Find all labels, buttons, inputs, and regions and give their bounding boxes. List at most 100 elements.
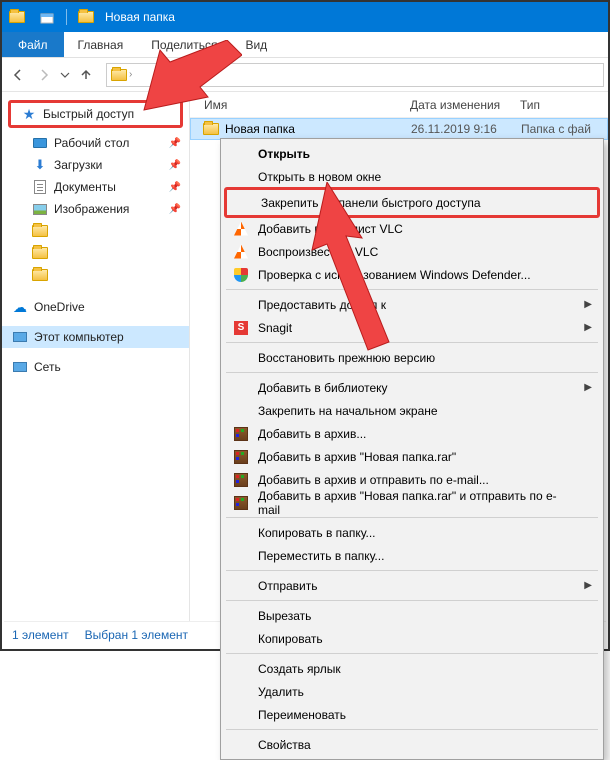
cm-copy-to-folder[interactable]: Копировать в папку... xyxy=(224,521,600,544)
chevron-right-icon: ▶ xyxy=(584,322,592,333)
file-type: Папка с фай xyxy=(521,122,607,136)
tab-file[interactable]: Файл xyxy=(2,32,64,57)
up-button[interactable] xyxy=(74,63,98,87)
cm-rar-named-email[interactable]: Добавить в архив "Новая папка.rar" и отп… xyxy=(224,491,600,514)
tree-pictures[interactable]: Изображения 📌 xyxy=(2,198,189,220)
cm-snagit[interactable]: SSnagit▶ xyxy=(224,316,600,339)
tree-this-pc[interactable]: Этот компьютер xyxy=(2,326,189,348)
cm-pin-start[interactable]: Закрепить на начальном экране xyxy=(224,399,600,422)
cm-separator xyxy=(226,342,598,343)
qat-properties-icon[interactable] xyxy=(38,8,56,26)
folder-icon xyxy=(203,123,219,135)
cm-add-library[interactable]: Добавить в библиотеку▶ xyxy=(224,376,600,399)
cm-grant-access[interactable]: Предоставить доступ к▶ xyxy=(224,293,600,316)
forward-button[interactable] xyxy=(32,63,56,87)
winrar-icon xyxy=(232,494,250,512)
folder-icon xyxy=(32,267,48,283)
document-icon xyxy=(32,179,48,195)
highlight-pin-quick-access: Закрепить на панели быстрого доступа xyxy=(224,187,600,218)
cm-move-to-folder[interactable]: Переместить в папку... xyxy=(224,544,600,567)
winrar-icon xyxy=(232,425,250,443)
cm-open[interactable]: Открыть xyxy=(224,142,600,165)
cm-rar-add[interactable]: Добавить в архив... xyxy=(224,422,600,445)
address-folder-icon xyxy=(111,69,127,81)
defender-icon xyxy=(232,266,250,284)
cm-separator xyxy=(226,653,598,654)
cm-defender[interactable]: Проверка с использованием Windows Defend… xyxy=(224,263,600,286)
status-count: 1 элемент xyxy=(12,628,69,642)
pin-icon: 📌 xyxy=(169,204,181,215)
desktop-icon xyxy=(32,135,48,151)
pin-icon: 📌 xyxy=(169,182,181,193)
tree-label: Сеть xyxy=(34,360,61,374)
cm-separator xyxy=(226,517,598,518)
tree-network[interactable]: Сеть xyxy=(2,356,189,378)
cm-copy[interactable]: Копировать xyxy=(224,627,600,650)
cm-separator xyxy=(226,289,598,290)
folder-icon xyxy=(32,223,48,239)
folder-icon xyxy=(32,245,48,261)
winrar-icon xyxy=(232,448,250,466)
tree-label: Рабочий стол xyxy=(54,136,129,150)
context-menu: Открыть Открыть в новом окне Закрепить н… xyxy=(220,138,604,760)
highlight-quick-access: ★ Быстрый доступ xyxy=(8,100,183,128)
cm-vlc-playlist[interactable]: Добавить в плейлист VLC xyxy=(224,217,600,240)
download-icon: ⬇ xyxy=(32,157,48,173)
tree-recent-folder-3[interactable] xyxy=(2,264,189,286)
cm-separator xyxy=(226,372,598,373)
chevron-right-icon: ▶ xyxy=(584,382,592,393)
tree-onedrive[interactable]: ☁ OneDrive xyxy=(2,296,189,318)
cloud-icon: ☁ xyxy=(12,299,28,315)
ribbon-tabs: Файл Главная Поделиться Вид xyxy=(2,32,608,58)
tree-label: OneDrive xyxy=(34,300,85,314)
vlc-icon xyxy=(232,243,250,261)
back-button[interactable] xyxy=(6,63,30,87)
qat-divider xyxy=(66,9,67,25)
status-selection: Выбран 1 элемент xyxy=(85,628,188,642)
folder-app-icon xyxy=(8,8,26,26)
cm-delete[interactable]: Удалить xyxy=(224,680,600,703)
cm-rar-add-named[interactable]: Добавить в архив "Новая папка.rar" xyxy=(224,445,600,468)
tree-label: Документы xyxy=(54,180,116,194)
cm-vlc-play[interactable]: Воспроизвести в VLC xyxy=(224,240,600,263)
column-name[interactable]: Имя xyxy=(190,98,410,112)
tree-recent-folder-2[interactable] xyxy=(2,242,189,264)
tree-quick-access[interactable]: ★ Быстрый доступ xyxy=(11,103,180,125)
column-type[interactable]: Тип xyxy=(520,98,608,112)
tree-label: Изображения xyxy=(54,202,129,216)
column-date[interactable]: Дата изменения xyxy=(410,98,520,112)
tab-view[interactable]: Вид xyxy=(231,32,281,57)
chevron-right-icon[interactable]: › xyxy=(129,69,132,80)
tree-label: Загрузки xyxy=(54,158,102,172)
tree-recent-folder-1[interactable] xyxy=(2,220,189,242)
winrar-icon xyxy=(232,471,250,489)
tree-downloads[interactable]: ⬇ Загрузки 📌 xyxy=(2,154,189,176)
address-bar[interactable]: › xyxy=(106,63,604,87)
tree-documents[interactable]: Документы 📌 xyxy=(2,176,189,198)
cm-open-new-window[interactable]: Открыть в новом окне xyxy=(224,165,600,188)
titlebar: Новая папка xyxy=(2,2,608,32)
pictures-icon xyxy=(32,201,48,217)
cm-cut[interactable]: Вырезать xyxy=(224,604,600,627)
recent-dropdown[interactable] xyxy=(58,63,72,87)
file-date: 26.11.2019 9:16 xyxy=(411,122,521,136)
cm-create-shortcut[interactable]: Создать ярлык xyxy=(224,657,600,680)
file-row[interactable]: Новая папка 26.11.2019 9:16 Папка с фай xyxy=(190,118,608,140)
cm-send-to[interactable]: Отправить▶ xyxy=(224,574,600,597)
navigation-pane: ★ Быстрый доступ Рабочий стол 📌 ⬇ Загруз… xyxy=(2,92,190,623)
tab-share[interactable]: Поделиться xyxy=(137,32,231,57)
cm-separator xyxy=(226,600,598,601)
tree-label: Этот компьютер xyxy=(34,330,124,344)
snagit-icon: S xyxy=(232,319,250,337)
cm-rename[interactable]: Переименовать xyxy=(224,703,600,726)
chevron-right-icon: ▶ xyxy=(584,299,592,310)
vlc-icon xyxy=(232,220,250,238)
pin-icon: 📌 xyxy=(169,138,181,149)
tree-desktop[interactable]: Рабочий стол 📌 xyxy=(2,132,189,154)
cm-pin-quick-access[interactable]: Закрепить на панели быстрого доступа xyxy=(227,191,597,214)
cm-restore-prev[interactable]: Восстановить прежнюю версию xyxy=(224,346,600,369)
file-name: Новая папка xyxy=(225,122,295,136)
tab-home[interactable]: Главная xyxy=(64,32,138,57)
cm-separator xyxy=(226,729,598,730)
cm-properties[interactable]: Свойства xyxy=(224,733,600,756)
